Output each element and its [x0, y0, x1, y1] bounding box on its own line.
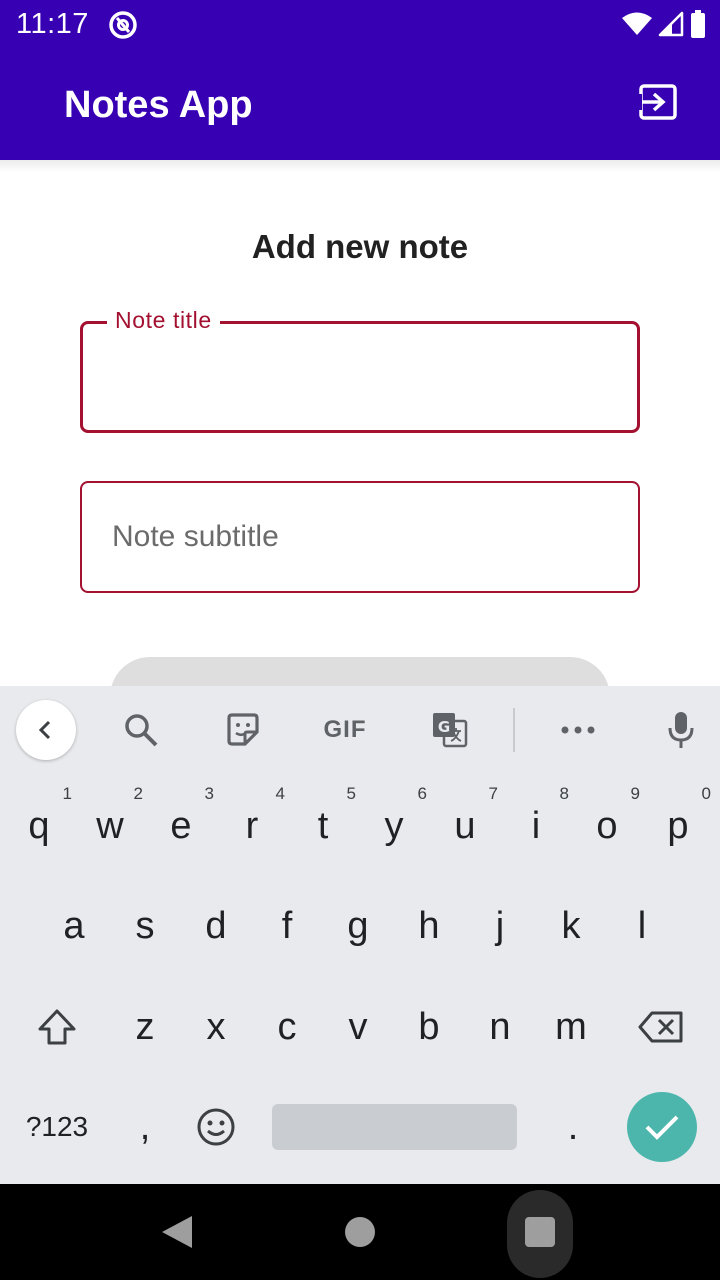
key-u[interactable]: u7	[430, 778, 500, 874]
key-v[interactable]: v	[323, 979, 393, 1075]
navigation-bar	[0, 1184, 720, 1280]
app-bar: 11:17 Notes App	[0, 0, 720, 160]
key-number-hint: 8	[559, 784, 569, 803]
more-icon	[561, 726, 595, 734]
nav-recents-icon[interactable]	[525, 1217, 555, 1247]
key-b[interactable]: b	[394, 979, 464, 1075]
gif-button[interactable]: GIF	[317, 702, 373, 758]
key-c[interactable]: c	[252, 979, 322, 1075]
svg-text:G: G	[438, 718, 450, 736]
key-p[interactable]: p0	[643, 778, 713, 874]
key-q[interactable]: q1	[4, 778, 74, 874]
key-g[interactable]: g	[323, 878, 393, 974]
key-number-hint: 6	[417, 784, 427, 803]
page-heading: Add new note	[251, 228, 469, 265]
key-t[interactable]: t5	[288, 778, 358, 874]
note-subtitle-field[interactable]	[80, 481, 640, 593]
status-bar: 11:17	[0, 0, 720, 48]
key-letter: u	[454, 804, 476, 847]
key-r[interactable]: r4	[217, 778, 287, 874]
key-letter: q	[28, 804, 50, 847]
key-number-hint: 5	[346, 784, 356, 803]
note-title-input[interactable]	[83, 324, 637, 430]
key-k[interactable]: k	[536, 878, 606, 974]
key-z[interactable]: z	[110, 979, 180, 1075]
key-y[interactable]: y6	[359, 778, 429, 874]
gif-icon: GIF	[323, 716, 367, 743]
shift-key[interactable]	[22, 979, 92, 1075]
key-number-hint: 1	[62, 784, 72, 803]
key-x[interactable]: x	[181, 979, 251, 1075]
checkmark-icon	[645, 1115, 679, 1140]
key-o[interactable]: o9	[572, 778, 642, 874]
sticker-icon	[227, 713, 259, 746]
battery-icon	[691, 10, 705, 38]
backspace-icon	[638, 1011, 683, 1043]
enter-key[interactable]	[627, 1092, 697, 1162]
key-n[interactable]: n	[465, 979, 535, 1075]
key-l[interactable]: l	[607, 878, 677, 974]
symbols-key[interactable]: ?123	[22, 1079, 92, 1175]
status-icons	[622, 10, 706, 38]
translate-icon: G	[433, 713, 468, 748]
emoji-key[interactable]	[181, 1079, 251, 1175]
key-number-hint: 7	[488, 784, 498, 803]
key-e[interactable]: e3	[146, 778, 216, 874]
more-options-button[interactable]	[550, 702, 606, 758]
keyboard-search-button[interactable]	[113, 702, 169, 758]
toolbar-collapse-button[interactable]	[16, 700, 76, 760]
nav-back-icon[interactable]	[160, 1214, 194, 1250]
key-letter: i	[531, 804, 541, 847]
key-letter: p	[667, 804, 689, 847]
wifi-icon	[622, 12, 652, 35]
exit-to-app-icon	[638, 84, 677, 120]
key-number-hint: 4	[275, 784, 285, 803]
voice-input-button[interactable]	[653, 702, 709, 758]
key-j[interactable]: j	[465, 878, 535, 974]
soft-keyboard: GIF G q1w2e3r4t5y6u7i8o 9 p 0 a s d f g …	[0, 686, 720, 1184]
nav-home-icon[interactable]	[345, 1217, 375, 1247]
app-title: Notes App	[64, 84, 253, 126]
key-d[interactable]: d	[181, 878, 251, 974]
key-letter: r	[245, 804, 259, 847]
note-title-field[interactable]: Note title	[80, 307, 640, 433]
sticker-button[interactable]	[215, 702, 271, 758]
key-number-hint: 2	[133, 784, 143, 803]
search-icon	[125, 714, 158, 747]
emoji-icon	[197, 1108, 235, 1146]
exit-button[interactable]	[636, 80, 680, 124]
key-letter: t	[317, 804, 329, 847]
key-a[interactable]: a	[39, 878, 109, 974]
note-subtitle-input[interactable]	[82, 483, 638, 591]
key-letter: e	[170, 804, 192, 847]
status-time: 11:17	[16, 8, 89, 40]
key-number-hint: 3	[204, 784, 214, 803]
key-i[interactable]: i8	[501, 778, 571, 874]
key-m[interactable]: m	[536, 979, 606, 1075]
shift-icon	[38, 1009, 76, 1045]
backspace-key[interactable]	[626, 979, 696, 1075]
space-key[interactable]	[272, 1104, 517, 1150]
key-number-hint: 0	[701, 784, 711, 803]
toolbar-divider	[513, 708, 515, 752]
key-letter: y	[384, 804, 404, 847]
key-letter: w	[96, 804, 124, 847]
mic-icon	[668, 712, 694, 748]
comma-key[interactable]: ,	[110, 1079, 180, 1175]
key-w[interactable]: w2	[75, 778, 145, 874]
key-letter: o	[596, 804, 618, 847]
key-h[interactable]: h	[394, 878, 464, 974]
keyboard-toolbar: GIF G	[0, 686, 720, 774]
period-key[interactable]: .	[538, 1079, 608, 1175]
notification-app-icon	[109, 11, 137, 39]
key-s[interactable]: s	[110, 878, 180, 974]
translate-button[interactable]: G	[422, 702, 478, 758]
app-bar-shadow	[0, 160, 720, 172]
key-f[interactable]: f	[252, 878, 322, 974]
cell-signal-icon	[658, 11, 684, 37]
key-number-hint: 9	[630, 784, 640, 803]
chevron-left-icon	[38, 720, 51, 740]
